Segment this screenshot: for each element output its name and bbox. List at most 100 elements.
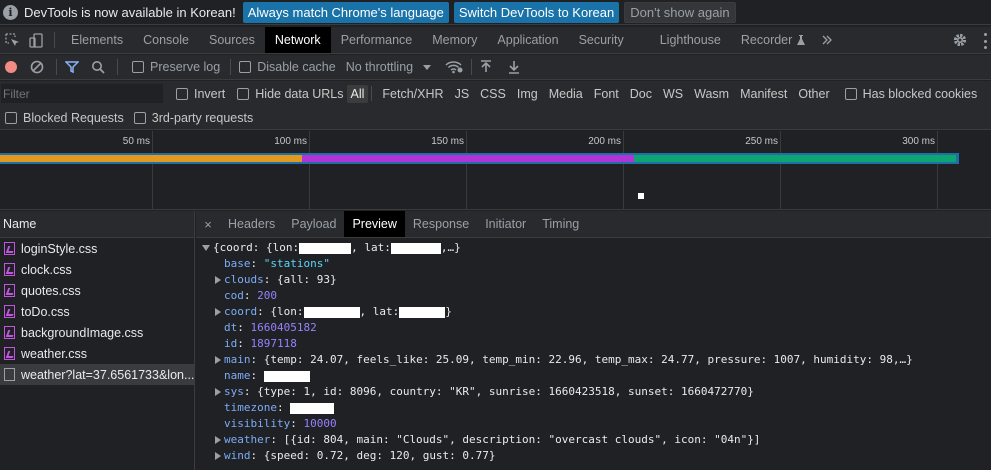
third-party-requests-box[interactable] <box>133 111 146 124</box>
json-prop-main[interactable]: main: {temp: 24.07, feels_like: 25.09, t… <box>196 352 991 368</box>
filter-type-js[interactable]: JS <box>451 85 474 103</box>
third-party-requests-checkbox[interactable]: 3rd-party requests <box>133 111 253 125</box>
filter-type-other[interactable]: Other <box>794 85 833 103</box>
throttling-dropdown[interactable]: No throttling <box>346 60 432 74</box>
tab-performance[interactable]: Performance <box>331 27 423 53</box>
json-prop-wind[interactable]: wind: {speed: 0.72, deg: 120, gust: 0.77… <box>196 448 991 464</box>
tab-sources[interactable]: Sources <box>199 27 265 53</box>
tick-label: 100 ms <box>274 136 307 147</box>
json-root-line[interactable]: {coord: {lon: , lat: ,…} <box>196 240 991 256</box>
blocked-requests-box[interactable] <box>5 111 17 124</box>
import-har-upload-icon[interactable] <box>480 60 492 74</box>
filter-type-doc[interactable]: Doc <box>626 85 656 103</box>
filter-type-ws[interactable]: WS <box>659 85 687 103</box>
hide-data-urls-checkbox[interactable]: Hide data URLs <box>237 87 344 101</box>
tab-preview[interactable]: Preview <box>344 211 405 237</box>
request-row[interactable]: clock.css <box>0 259 194 280</box>
json-object-value: {type: 1, id: 8096, country: "KR", sunri… <box>257 385 754 398</box>
filter-type-img[interactable]: Img <box>513 85 542 103</box>
request-row[interactable]: quotes.css <box>0 280 194 301</box>
clear-icon[interactable] <box>30 60 44 74</box>
more-tabs-chevron-icon[interactable] <box>810 27 844 53</box>
detail-tab-strip: × Headers Payload Preview Response Initi… <box>196 211 991 238</box>
tab-lighthouse[interactable]: Lighthouse <box>650 27 731 53</box>
filter-type-fetch-xhr[interactable]: Fetch/XHR <box>378 85 447 103</box>
tab-response[interactable]: Response <box>405 211 477 237</box>
disable-cache-checkbox[interactable]: Disable cache <box>239 60 336 74</box>
expand-arrow-icon[interactable] <box>215 308 221 316</box>
search-icon[interactable] <box>91 60 105 74</box>
redacted-value <box>299 242 352 254</box>
inspect-element-icon[interactable] <box>0 27 24 53</box>
json-root-open: {coord: {lon: <box>213 241 300 254</box>
tab-payload[interactable]: Payload <box>283 211 344 237</box>
invert-box[interactable] <box>176 87 188 100</box>
preserve-log-checkbox[interactable]: Preserve log <box>132 60 220 74</box>
network-overview-timeline[interactable]: 50 ms 100 ms 150 ms 200 ms 250 ms 300 ms <box>0 131 991 210</box>
dont-show-again-button[interactable]: Don't show again <box>624 1 736 23</box>
tab-security[interactable]: Security <box>569 27 650 53</box>
expand-arrow-icon[interactable] <box>215 356 221 364</box>
request-row[interactable]: toDo.css <box>0 301 194 322</box>
json-number-value: 200 <box>257 289 277 302</box>
json-prop-clouds[interactable]: clouds: {all: 93} <box>196 272 991 288</box>
filter-type-media[interactable]: Media <box>545 85 587 103</box>
filter-input[interactable] <box>1 84 163 103</box>
filter-type-wasm[interactable]: Wasm <box>690 85 733 103</box>
blocked-requests-checkbox[interactable]: Blocked Requests <box>5 111 124 125</box>
device-toolbar-icon[interactable] <box>24 27 48 53</box>
tick-label: 300 ms <box>902 136 935 147</box>
export-har-download-icon[interactable] <box>508 60 520 74</box>
tab-elements[interactable]: Elements <box>61 27 133 53</box>
expand-arrow-icon[interactable] <box>215 388 221 396</box>
blocked-requests-label: Blocked Requests <box>23 110 124 125</box>
collapse-arrow-icon[interactable] <box>202 245 210 251</box>
has-blocked-cookies-checkbox[interactable]: Has blocked cookies <box>844 87 977 101</box>
tab-recorder[interactable]: Recorder <box>731 27 810 53</box>
json-prop-sys[interactable]: sys: {type: 1, id: 8096, country: "KR", … <box>196 384 991 400</box>
record-icon[interactable] <box>4 60 18 74</box>
redacted-value <box>290 402 335 414</box>
invert-checkbox[interactable]: Invert <box>176 87 225 101</box>
json-prop-dt: dt: 1660405182 <box>224 321 317 334</box>
network-conditions-wifi-icon[interactable] <box>445 60 463 74</box>
request-detail-panel: × Headers Payload Preview Response Initi… <box>196 211 991 470</box>
request-row[interactable]: backgroundImage.css <box>0 322 194 343</box>
tab-console[interactable]: Console <box>133 27 199 53</box>
preserve-log-box[interactable] <box>132 61 144 73</box>
filter-bar-secondary: Blocked Requests 3rd-party requests <box>0 106 991 130</box>
json-prop-coord[interactable]: coord: {lon: , lat: } <box>196 304 991 320</box>
tab-timing[interactable]: Timing <box>534 211 587 237</box>
has-blocked-cookies-box[interactable] <box>844 87 857 100</box>
tab-headers[interactable]: Headers <box>220 211 283 237</box>
tab-initiator[interactable]: Initiator <box>477 211 534 237</box>
close-icon[interactable]: × <box>196 217 220 232</box>
filter-bar: Invert Hide data URLs All Fetch/XHR JS C… <box>0 81 991 106</box>
json-prop-weather[interactable]: weather: [{id: 804, main: "Clouds", desc… <box>196 432 991 448</box>
tab-network[interactable]: Network <box>264 27 331 53</box>
divider <box>54 32 55 48</box>
request-name: weather.css <box>21 346 88 361</box>
request-row[interactable]: weather.css <box>0 343 194 364</box>
expand-arrow-icon[interactable] <box>215 452 221 460</box>
request-row[interactable]: loginStyle.css <box>0 238 194 259</box>
more-options-icon[interactable] <box>984 33 988 49</box>
settings-gear-icon[interactable] <box>952 32 968 51</box>
expand-arrow-icon[interactable] <box>215 276 221 284</box>
json-prop-cod: cod: 200 <box>224 289 277 302</box>
request-row-selected[interactable]: weather?lat=37.6561733&lon... <box>0 364 194 385</box>
disable-cache-box[interactable] <box>239 61 252 73</box>
filter-type-css[interactable]: CSS <box>476 85 510 103</box>
always-match-language-button[interactable]: Always match Chrome's language <box>242 1 449 23</box>
tab-application[interactable]: Application <box>487 27 568 53</box>
filter-type-all[interactable]: All <box>346 84 369 103</box>
filter-type-font[interactable]: Font <box>590 85 623 103</box>
json-key: weather <box>224 433 271 446</box>
switch-to-korean-button[interactable]: Switch DevTools to Korean <box>453 1 620 23</box>
tab-memory[interactable]: Memory <box>422 27 487 53</box>
filter-funnel-icon[interactable] <box>65 60 79 74</box>
expand-arrow-icon[interactable] <box>215 436 221 444</box>
filter-type-manifest[interactable]: Manifest <box>736 85 791 103</box>
hide-data-urls-box[interactable] <box>237 87 250 100</box>
name-column-header[interactable]: Name <box>0 211 194 238</box>
